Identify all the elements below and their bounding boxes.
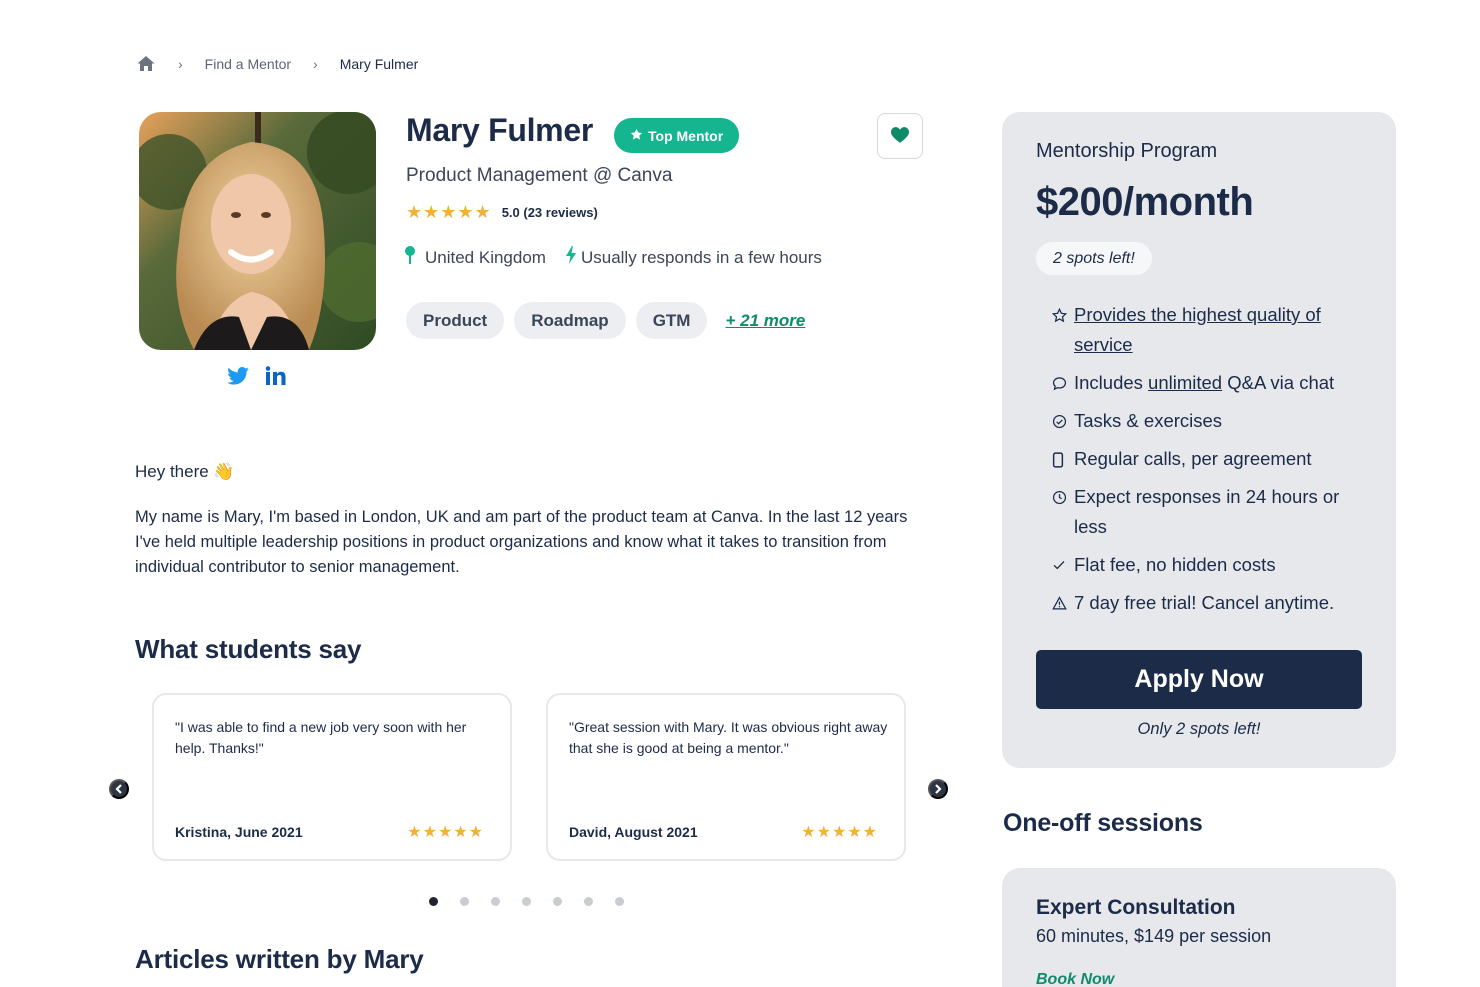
review-author: David, August 2021: [569, 824, 698, 840]
feature-text[interactable]: Provides the highest quality of service: [1074, 300, 1372, 360]
profile-photo: [139, 112, 376, 350]
response-text: Usually responds in a few hours: [580, 247, 822, 267]
carousel-dot[interactable]: [553, 897, 562, 906]
response-time: Usually responds in a few hours: [565, 246, 822, 269]
apply-now-button[interactable]: Apply Now: [1036, 650, 1362, 709]
location: United Kingdom: [404, 246, 546, 269]
tag-gtm[interactable]: GTM: [635, 302, 708, 339]
feature-text: 7 day free trial! Cancel anytime.: [1074, 592, 1335, 613]
rating-stars: ★★★★★: [406, 202, 492, 222]
feature-item: Includes unlimited Q&A via chat: [1052, 368, 1372, 398]
session-description: 60 minutes, $149 per session: [1036, 926, 1272, 946]
mentor-name: Mary Fulmer: [406, 112, 593, 148]
rating: ★★★★★ 5.0 (23 reviews): [406, 202, 598, 223]
mentorship-program-card: Mentorship Program $200/month 2 spots le…: [1002, 112, 1396, 768]
spots-left-badge: 2 spots left!: [1036, 242, 1152, 275]
feature-item: Flat fee, no hidden costs: [1052, 550, 1372, 580]
checkmark-icon: [1052, 550, 1074, 580]
carousel-dot[interactable]: [584, 897, 593, 906]
program-price: $200/month: [1036, 180, 1254, 224]
favorite-button[interactable]: [877, 113, 923, 159]
social-links: [227, 366, 287, 386]
carousel-dot[interactable]: [429, 897, 438, 906]
carousel-dot[interactable]: [522, 897, 531, 906]
clock-icon: [1052, 482, 1074, 542]
review-text: "I was able to find a new job very soon …: [175, 719, 467, 756]
twitter-icon[interactable]: [227, 367, 249, 385]
feature-text: Regular calls, per agreement: [1074, 448, 1312, 469]
prev-review-button[interactable]: [109, 779, 129, 799]
articles-heading: Articles written by Mary: [135, 944, 424, 974]
chevron-right-icon: ›: [178, 56, 183, 72]
review-text: "Great session with Mary. It was obvious…: [569, 719, 888, 756]
feature-item: Tasks & exercises: [1052, 406, 1372, 436]
program-features: Provides the highest quality of service …: [1052, 300, 1372, 626]
review-card: "I was able to find a new job very soon …: [152, 693, 512, 861]
check-circle-icon: [1052, 406, 1074, 436]
session-title: Expert Consultation: [1036, 896, 1236, 919]
more-tags-link[interactable]: + 21 more: [725, 311, 805, 331]
top-mentor-badge: Top Mentor: [614, 118, 740, 153]
reviews-heading: What students say: [135, 634, 362, 664]
program-label: Mentorship Program: [1036, 140, 1218, 162]
sessions-heading: One-off sessions: [1003, 809, 1203, 837]
review-card: "Great session with Mary. It was obvious…: [546, 693, 906, 861]
feature-text-part: Q&A via chat: [1222, 372, 1335, 393]
carousel-dot[interactable]: [491, 897, 500, 906]
linkedin-icon[interactable]: [265, 366, 287, 386]
next-review-button[interactable]: [928, 779, 948, 799]
mentor-title: Product Management @ Canva: [406, 165, 673, 186]
chat-icon: [1052, 368, 1074, 398]
review-stars: ★★★★★: [801, 824, 878, 841]
star-icon: [630, 128, 643, 144]
unlimited-link[interactable]: unlimited: [1148, 372, 1222, 393]
carousel-dot[interactable]: [615, 897, 624, 906]
review-author: Kristina, June 2021: [175, 824, 303, 840]
chevron-right-icon: ›: [313, 56, 318, 72]
lightning-icon: [565, 246, 576, 269]
feature-item: Provides the highest quality of service: [1052, 300, 1372, 360]
phone-icon: [1052, 444, 1074, 474]
badge-label: Top Mentor: [648, 127, 724, 144]
mentor-meta: United Kingdom Usually responds in a few…: [404, 246, 842, 269]
book-now-link[interactable]: Book Now: [1036, 971, 1114, 987]
bio: My name is Mary, I'm based in London, UK…: [135, 508, 908, 576]
feature-text-part: Includes: [1074, 372, 1149, 393]
feature-text: Expect responses in 24 hours or less: [1074, 486, 1340, 537]
feature-item: Regular calls, per agreement: [1052, 444, 1372, 474]
feature-item: Expect responses in 24 hours or less: [1052, 482, 1372, 542]
feature-text: Flat fee, no hidden costs: [1074, 554, 1276, 575]
chevron-left-icon: [114, 782, 124, 797]
home-icon[interactable]: [136, 54, 156, 74]
feature-text: Tasks & exercises: [1074, 410, 1223, 431]
location-text: United Kingdom: [425, 247, 546, 267]
spots-left-note: Only 2 spots left!: [1137, 720, 1261, 738]
rating-score[interactable]: 5.0 (23 reviews): [502, 205, 598, 220]
skill-tags: Product Roadmap GTM + 21 more: [406, 302, 805, 339]
greeting: Hey there 👋: [135, 462, 235, 481]
star-outline-icon: [1052, 300, 1074, 360]
tag-product[interactable]: Product: [406, 302, 505, 339]
feature-item: 7 day free trial! Cancel anytime.: [1052, 588, 1372, 618]
carousel-dot[interactable]: [460, 897, 469, 906]
session-card: Expert Consultation 60 minutes, $149 per…: [1002, 868, 1396, 987]
review-stars: ★★★★★: [407, 824, 484, 841]
map-pin-icon: [404, 246, 416, 269]
breadcrumb-current: Mary Fulmer: [339, 56, 419, 72]
warning-icon: [1052, 588, 1074, 618]
breadcrumb-find-a-mentor[interactable]: Find a Mentor: [205, 56, 291, 72]
carousel-pagination: [429, 897, 624, 906]
breadcrumb: › Find a Mentor › Mary Fulmer: [136, 54, 418, 74]
feature-text: Includes unlimited Q&A via chat: [1074, 368, 1334, 398]
heart-icon: [891, 126, 909, 146]
tag-roadmap[interactable]: Roadmap: [514, 302, 626, 339]
chevron-right-icon: [933, 782, 943, 797]
